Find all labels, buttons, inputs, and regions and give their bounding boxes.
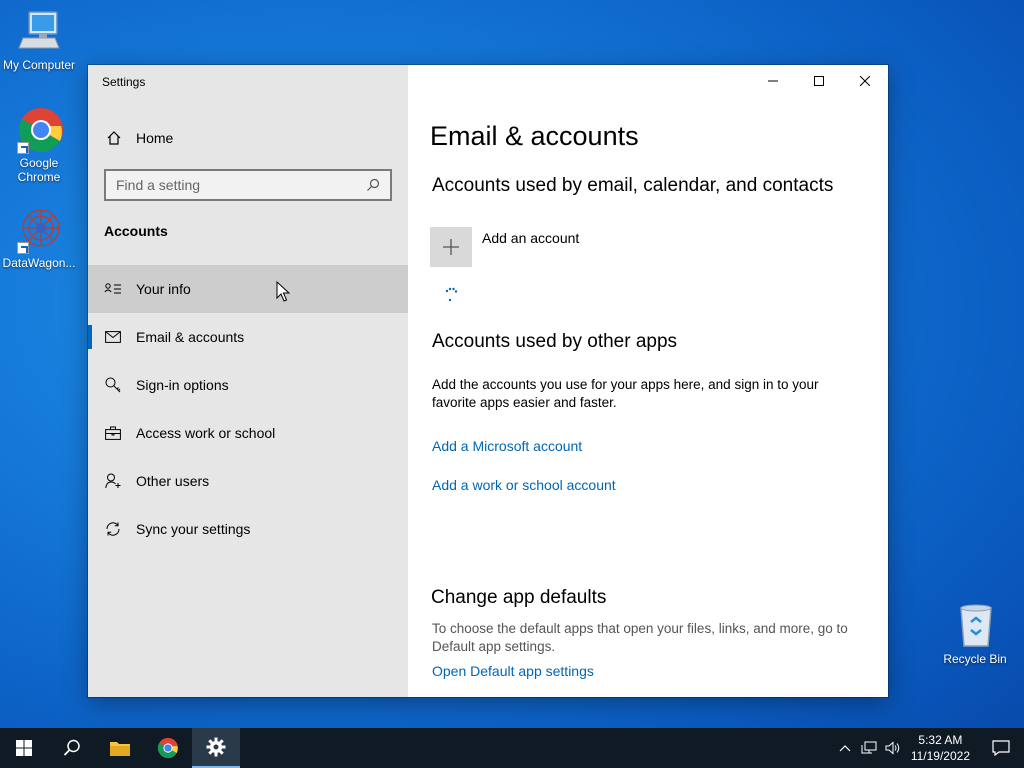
maximize-button[interactable] (796, 65, 842, 97)
add-account-button[interactable]: Add an account (430, 227, 579, 267)
speaker-icon (885, 741, 900, 755)
show-hidden-icons-button[interactable] (833, 728, 857, 768)
app-defaults-description: To choose the default apps that open you… (432, 621, 848, 654)
shortcut-arrow-icon (17, 242, 29, 254)
recycle-bin-icon (951, 602, 999, 650)
sidebar-item-label: Sign-in options (136, 377, 229, 393)
taskbar-chrome[interactable] (144, 728, 192, 768)
sidebar-item-your-info[interactable]: Your info (88, 265, 408, 313)
system-tray: 5:32 AM 11/19/2022 (833, 728, 1024, 768)
content-pane: Email & accounts Accounts used by email,… (408, 65, 888, 697)
notification-icon (992, 740, 1010, 756)
desktop-icon-datawagon[interactable]: DataWagon... (0, 206, 78, 270)
clock-date: 11/19/2022 (910, 749, 970, 763)
search-icon (63, 739, 80, 756)
loading-spinner-icon (444, 285, 464, 305)
section-heading-other-apps: Accounts used by other apps (432, 331, 678, 352)
page-title: Email & accounts (430, 121, 639, 151)
folder-icon (110, 742, 130, 756)
window-title: Settings (102, 75, 146, 89)
computer-icon (15, 8, 63, 56)
desktop-icon-label: My Computer (2, 58, 76, 72)
add-microsoft-account-link[interactable]: Add a Microsoft account (432, 438, 582, 454)
chrome-icon (157, 737, 179, 759)
settings-window: Settings Home Accounts Your info (88, 65, 888, 697)
taskbar-clock[interactable]: 5:32 AM 11/19/2022 (905, 732, 978, 764)
sidebar-item-label: Sync your settings (136, 521, 251, 537)
clock-time: 5:32 AM (918, 733, 963, 747)
sidebar-item-label: Your info (136, 281, 191, 297)
sidebar-item-label: Access work or school (136, 425, 276, 441)
search-icon[interactable] (366, 178, 380, 192)
sidebar-section-heading: Accounts (104, 223, 168, 239)
taskbar-file-explorer[interactable] (96, 728, 144, 768)
desktop-icon-label: Recycle Bin (943, 652, 1007, 666)
add-work-school-account-link[interactable]: Add a work or school account (432, 477, 616, 493)
open-default-app-settings-link[interactable]: Open Default app settings (432, 663, 594, 679)
minimize-button[interactable] (750, 65, 796, 97)
caption-buttons (750, 65, 888, 97)
taskbar: 5:32 AM 11/19/2022 (0, 728, 1024, 768)
taskbar-settings[interactable] (192, 728, 240, 768)
mouse-cursor-icon (276, 280, 291, 303)
sidebar-item-label: Other users (136, 473, 210, 489)
chevron-up-icon (839, 745, 851, 752)
gear-icon (206, 737, 226, 757)
section-heading-email-accounts: Accounts used by email, calendar, and co… (432, 175, 834, 196)
key-icon (104, 376, 122, 394)
mail-icon (104, 328, 122, 346)
close-button[interactable] (842, 65, 888, 97)
chrome-icon (15, 106, 63, 154)
desktop-icon-label: Google Chrome (17, 156, 61, 184)
sidebar-item-label: Email & accounts (136, 329, 245, 345)
close-icon (860, 76, 870, 86)
sidebar-item-sign-in-options[interactable]: Sign-in options (88, 361, 408, 409)
home-icon (106, 130, 122, 146)
sidebar-item-other-users[interactable]: Other users (88, 457, 408, 505)
sidebar-item-email-accounts[interactable]: Email & accounts (88, 313, 408, 361)
plus-icon (430, 227, 472, 267)
sidebar-home[interactable]: Home (88, 123, 408, 153)
maximize-icon (814, 76, 824, 86)
sidebar-item-access-work-school[interactable]: Access work or school (88, 409, 408, 457)
sidebar-nav: Your info Email & accounts Sign-in optio… (88, 265, 408, 553)
sidebar-item-sync-settings[interactable]: Sync your settings (88, 505, 408, 553)
sidebar: Settings Home Accounts Your info (88, 65, 408, 697)
desktop-icon-label: DataWagon... (2, 256, 76, 270)
volume-button[interactable] (881, 728, 905, 768)
minimize-icon (768, 80, 778, 82)
windows-logo-icon (16, 740, 32, 756)
search-box[interactable] (104, 169, 392, 201)
contact-card-icon (104, 280, 122, 298)
datawagon-icon (15, 206, 63, 254)
start-button[interactable] (0, 728, 48, 768)
other-apps-description: Add the accounts you use for your apps h… (432, 377, 819, 410)
search-input[interactable] (116, 177, 366, 193)
network-button[interactable] (857, 728, 881, 768)
add-account-label: Add an account (482, 230, 580, 246)
home-label: Home (136, 130, 174, 146)
action-center-button[interactable] (978, 728, 1024, 768)
shortcut-arrow-icon (17, 142, 29, 154)
taskbar-search-button[interactable] (48, 728, 96, 768)
sync-icon (104, 520, 122, 538)
network-icon (861, 741, 877, 754)
add-person-icon (104, 472, 122, 490)
section-heading-app-defaults: Change app defaults (431, 587, 607, 608)
desktop-icon-recycle-bin[interactable]: Recycle Bin (936, 602, 1014, 666)
desktop-icon-google-chrome[interactable]: Google Chrome (0, 106, 78, 184)
desktop-icon-my-computer[interactable]: My Computer (0, 8, 78, 72)
briefcase-icon (104, 424, 122, 442)
